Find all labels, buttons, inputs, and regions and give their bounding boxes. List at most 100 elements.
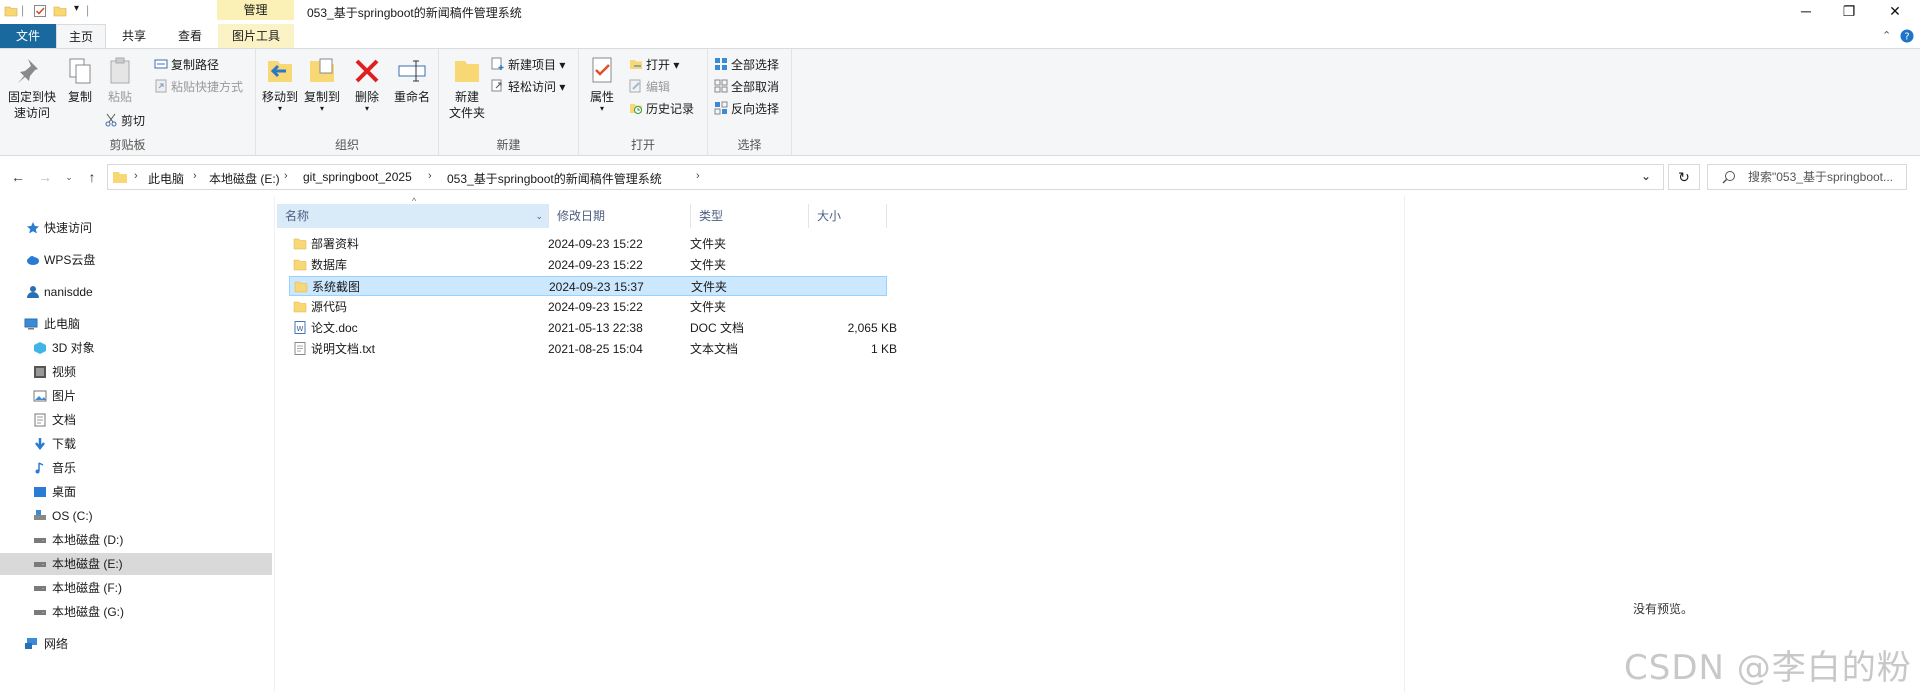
tab-picture-tools[interactable]: 图片工具 [218,24,294,48]
minimize-button[interactable]: ─ [1783,0,1829,22]
manage-tab[interactable]: 管理 [217,0,294,20]
pin-to-quick-access-button[interactable]: 固定到快 速访问 [4,55,60,121]
paste-shortcut-icon [155,79,167,93]
customize-quick-access-icon[interactable]: ▾ [74,3,79,14]
nav-drive-f[interactable]: 本地磁盘 (F:) [0,577,272,599]
nav-3d-objects[interactable]: 3D 对象 [0,337,272,359]
invert-selection-button[interactable]: 反向选择 [714,99,779,119]
open-button[interactable]: 打开 ▾ [629,55,679,75]
breadcrumb-drive-e[interactable]: 本地磁盘 (E:) [209,170,280,187]
easy-access-button[interactable]: 轻松访问 ▾ [491,77,565,97]
nav-label: 此电脑 [44,317,81,331]
nav-documents[interactable]: 文档 [0,409,272,431]
file-row[interactable]: W 论文.doc 2021-05-13 22:38 DOC 文档 2,065 KB [289,318,1162,338]
nav-drive-g[interactable]: 本地磁盘 (G:) [0,601,272,623]
breadcrumb-separator-icon[interactable]: › [284,170,288,182]
help-icon[interactable]: ? [1900,29,1914,43]
copy-path-button[interactable]: 复制路径 [154,55,219,75]
svg-text:W: W [297,325,304,333]
nav-drive-d[interactable]: 本地磁盘 (D:) [0,529,272,551]
nav-downloads[interactable]: 下载 [0,433,272,455]
nav-wps-cloud[interactable]: WPS云盘 [0,249,272,271]
tab-share[interactable]: 共享 [106,24,162,48]
folder-row[interactable]: 数据库 2024-09-23 15:22 文件夹 [289,255,1162,275]
properties-icon[interactable] [33,4,47,18]
paste-button[interactable]: 粘贴 [102,55,138,105]
properties-button[interactable]: 属性 ▾ [585,55,619,113]
breadcrumb-separator-icon[interactable]: › [696,170,700,182]
tab-view[interactable]: 查看 [162,24,218,48]
rename-button[interactable]: 重命名 [390,55,434,105]
up-arrow-icon[interactable]: ↑ [83,168,101,186]
nav-pictures[interactable]: 图片 [0,385,272,407]
forward-arrow-icon[interactable]: → [36,168,54,186]
copy-to-button[interactable]: 复制到 ▾ [302,55,342,113]
file-row[interactable]: 说明文档.txt 2021-08-25 15:04 文本文档 1 KB [289,339,1162,359]
nav-network[interactable]: 网络 [0,633,272,655]
history-icon [630,104,642,114]
select-none-icon [714,79,728,93]
folder-row[interactable]: 部署资料 2024-09-23 15:22 文件夹 [289,234,1162,254]
rename-icon [398,60,426,82]
ribbon-tabs: 文件 主页 共享 查看 图片工具 ⌃ ? [0,24,1920,48]
new-folder-button[interactable]: 新建 文件夹 [445,55,489,121]
back-arrow-icon[interactable]: ← [9,168,27,186]
breadcrumb-separator-icon[interactable]: › [428,170,432,182]
breadcrumb-separator-icon[interactable]: › [134,170,138,182]
drive-icon [34,538,46,543]
column-header-name[interactable]: 名称 ⌄ [277,204,549,228]
address-bar[interactable]: › 此电脑 › 本地磁盘 (E:) › git_springboot_2025 … [107,164,1664,190]
column-header-type[interactable]: 类型 [691,204,809,228]
file-date: 2021-05-13 22:38 [548,321,643,335]
nav-videos[interactable]: 视频 [0,361,272,383]
refresh-icon[interactable]: ↻ [1668,164,1700,190]
breadcrumb-git-springboot[interactable]: git_springboot_2025 [303,170,412,184]
new-item-button[interactable]: 新建项目 ▾ [491,55,565,75]
breadcrumb-this-pc[interactable]: 此电脑 [148,170,184,187]
folder-icon [294,281,308,293]
collapse-ribbon-icon[interactable]: ⌃ [1882,29,1891,42]
cube-icon [34,342,46,354]
open-label: 打开 ▾ [646,58,680,72]
select-none-button[interactable]: 全部取消 [714,77,779,97]
nav-music[interactable]: 音乐 [0,457,272,479]
new-group-label: 新建 [496,138,521,152]
folder-row[interactable]: 源代码 2024-09-23 15:22 文件夹 [289,297,1162,317]
folder-row[interactable]: 系统截图 2024-09-23 15:37 文件夹 [289,276,887,296]
recent-locations-icon[interactable]: ⌄ [60,168,78,186]
search-input[interactable]: 搜索"053_基于springboot... [1707,164,1907,190]
nav-label: 下载 [52,437,77,451]
nav-drive-e[interactable]: 本地磁盘 (E:) [0,553,272,575]
file-date: 2024-09-23 15:37 [549,280,644,294]
tab-file[interactable]: 文件 [0,24,56,48]
edit-button[interactable]: 编辑 [629,77,670,97]
select-all-button[interactable]: 全部选择 [714,55,779,75]
nav-desktop[interactable]: 桌面 [0,481,272,503]
nav-this-pc[interactable]: 此电脑 [0,313,272,335]
desktop-icon [34,487,46,497]
history-button[interactable]: 历史记录 [629,99,694,119]
new-folder-icon[interactable] [53,4,67,18]
organize-group-label: 组织 [334,138,359,152]
window-title: 053_基于springboot的新闻稿件管理系统 [307,6,522,20]
column-header-size[interactable]: 大小 [809,204,887,228]
nav-label: 本地磁盘 (D:) [52,533,124,547]
pin-icon [18,59,38,83]
move-to-button[interactable]: 移动到 ▾ [260,55,300,113]
copy-button[interactable]: 复制 [62,55,98,105]
nav-drive-c[interactable]: OS (C:) [0,505,272,527]
close-button[interactable]: ✕ [1872,0,1918,22]
breadcrumb-current-folder[interactable]: 053_基于springboot的新闻稿件管理系统 [447,170,662,187]
breadcrumb-separator-icon[interactable]: › [193,170,197,182]
column-dropdown-icon[interactable]: ⌄ [535,204,543,228]
delete-button[interactable]: 删除 ▾ [350,55,384,113]
restore-button[interactable]: ❐ [1826,0,1872,22]
nav-user-folder[interactable]: nanisdde [0,281,272,303]
cut-button[interactable]: 剪切 [104,111,145,131]
address-dropdown-icon[interactable]: ⌄ [1641,169,1651,183]
column-header-date[interactable]: 修改日期 [549,204,691,228]
tab-home[interactable]: 主页 [56,24,106,48]
paste-shortcut-button[interactable]: 粘贴快捷方式 [154,77,243,97]
nav-quick-access[interactable]: 快速访问 [0,217,272,239]
column-label: 名称 [285,209,310,223]
